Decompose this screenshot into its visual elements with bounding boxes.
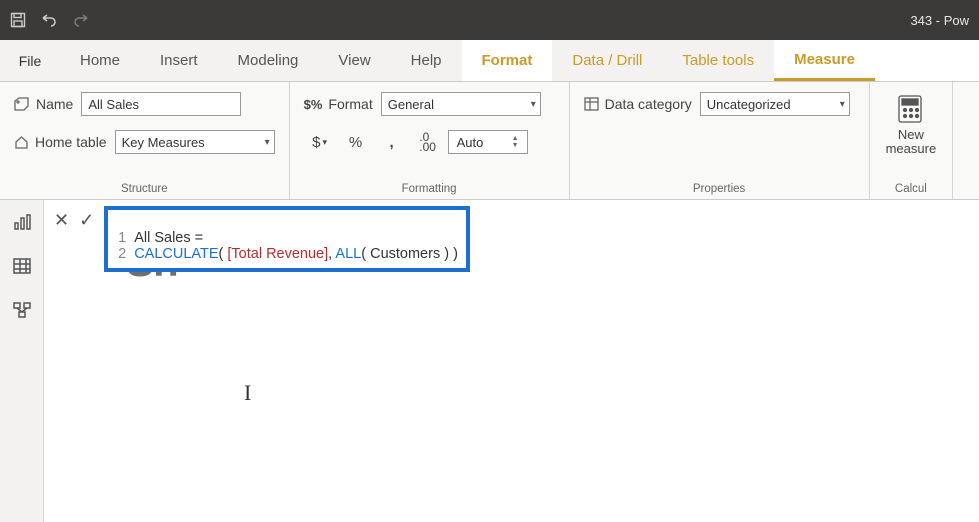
- home-icon: [14, 135, 29, 149]
- cancel-formula-icon[interactable]: ✕: [54, 210, 69, 231]
- data-category-label: Data category: [584, 96, 692, 112]
- formula-editor[interactable]: 1All Sales = 2CALCULATE( [Total Revenue]…: [104, 206, 470, 272]
- format-combo[interactable]: General▾: [381, 92, 541, 116]
- commit-formula-icon[interactable]: ✓: [79, 210, 94, 231]
- name-label: Name: [14, 96, 73, 112]
- tab-format[interactable]: Format: [462, 40, 553, 81]
- report-view-icon[interactable]: [10, 212, 34, 232]
- thousands-button[interactable]: ,: [380, 130, 404, 154]
- tab-view[interactable]: View: [318, 40, 390, 81]
- text-cursor-icon: I: [244, 380, 251, 406]
- group-formatting: $% Format General▾ $▾ % , .0.00 Auto ▲▼ …: [290, 82, 570, 199]
- tab-measure[interactable]: Measure: [774, 40, 875, 81]
- tag-icon: [14, 97, 30, 111]
- tab-help[interactable]: Help: [391, 40, 462, 81]
- tab-table-tools[interactable]: Table tools: [662, 40, 774, 81]
- redo-icon[interactable]: [72, 12, 90, 28]
- tab-home[interactable]: Home: [60, 40, 140, 81]
- workspace: Sh ✕ ✓ 1All Sales = 2CALCULATE( [Total R…: [0, 200, 979, 522]
- view-rail: [0, 200, 44, 522]
- new-measure-button[interactable]: New measure: [878, 90, 945, 160]
- spinner-arrows[interactable]: ▲▼: [512, 135, 519, 149]
- ribbon: Name All Sales Home table Key Measures▾ …: [0, 82, 979, 200]
- group-properties: Data category Uncategorized▾ Properties: [570, 82, 870, 199]
- currency-button[interactable]: $▾: [308, 130, 332, 154]
- tab-data-drill[interactable]: Data / Drill: [552, 40, 662, 81]
- format-icon: $%: [304, 97, 323, 112]
- decimal-button[interactable]: .0.00: [416, 130, 440, 154]
- name-input[interactable]: All Sales: [81, 92, 241, 116]
- chevron-down-icon: ▾: [525, 99, 536, 110]
- ribbon-tabs: File Home Insert Modeling View Help Form…: [0, 40, 979, 82]
- tab-file[interactable]: File: [0, 40, 60, 81]
- home-table-combo[interactable]: Key Measures▾: [115, 130, 275, 154]
- window-title: 343 - Pow: [910, 13, 969, 28]
- model-view-icon[interactable]: [10, 300, 34, 320]
- data-category-combo[interactable]: Uncategorized▾: [700, 92, 850, 116]
- quick-access-toolbar: [10, 12, 90, 28]
- decimals-spinner[interactable]: Auto ▲▼: [448, 130, 528, 154]
- home-table-label: Home table: [14, 134, 107, 150]
- percent-button[interactable]: %: [344, 130, 368, 154]
- formula-bar: ✕ ✓ 1All Sales = 2CALCULATE( [Total Reve…: [44, 200, 979, 272]
- group-calculations: New measure Calcul: [870, 82, 954, 199]
- data-view-icon[interactable]: [10, 256, 34, 276]
- category-icon: [584, 97, 599, 111]
- report-canvas[interactable]: Sh ✕ ✓ 1All Sales = 2CALCULATE( [Total R…: [44, 200, 979, 522]
- calculator-icon: [895, 94, 927, 124]
- format-label: $% Format: [304, 96, 373, 112]
- save-icon[interactable]: [10, 12, 26, 28]
- title-bar: 343 - Pow: [0, 0, 979, 40]
- chevron-down-icon: ▾: [259, 137, 270, 148]
- chevron-down-icon: ▾: [834, 99, 845, 110]
- group-structure: Name All Sales Home table Key Measures▾ …: [0, 82, 290, 199]
- tab-modeling[interactable]: Modeling: [218, 40, 319, 81]
- undo-icon[interactable]: [40, 12, 58, 28]
- tab-insert[interactable]: Insert: [140, 40, 218, 81]
